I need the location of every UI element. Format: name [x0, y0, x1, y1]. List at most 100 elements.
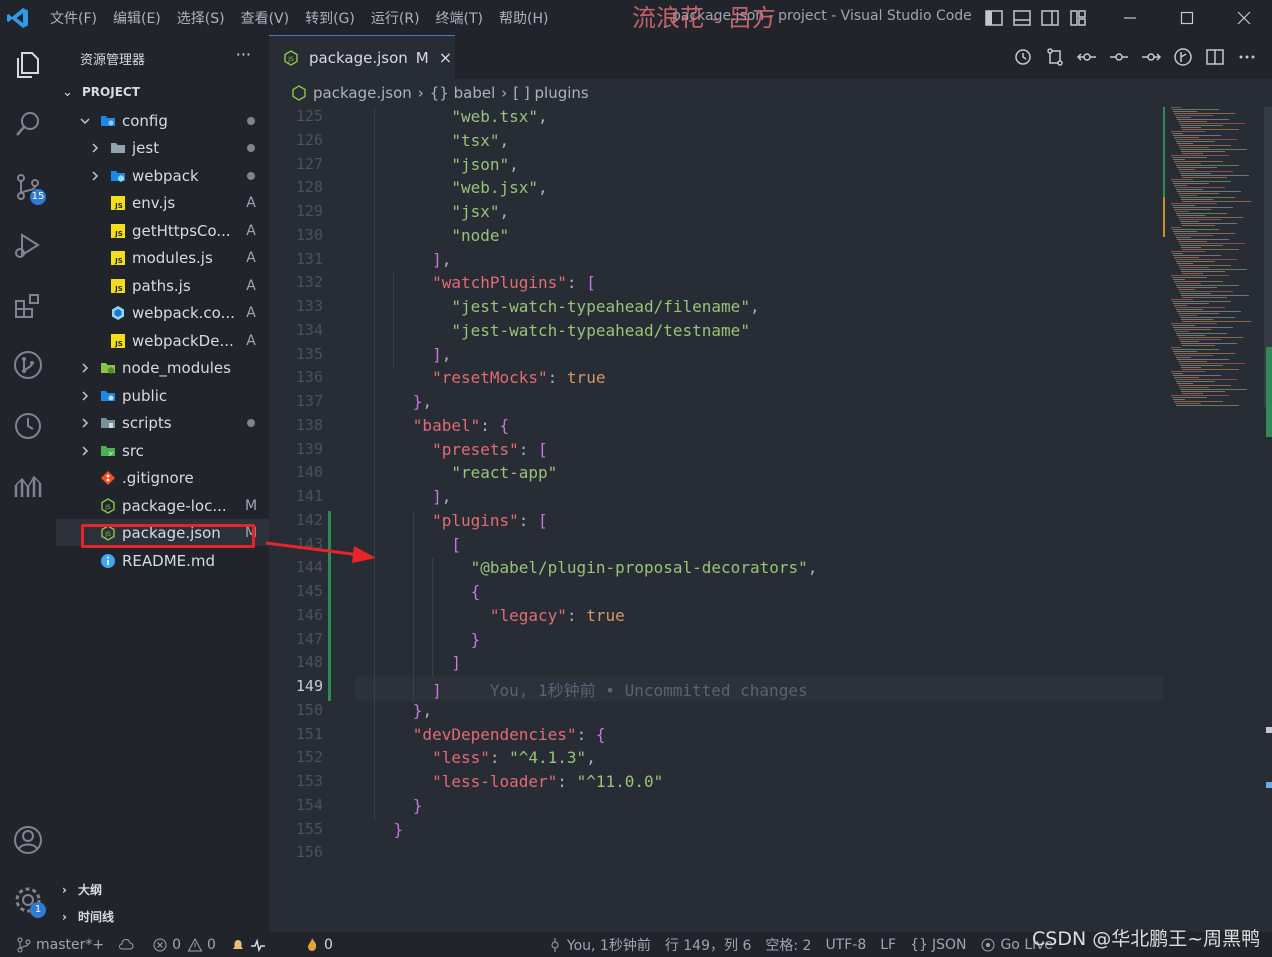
blame-status[interactable]: You, 1秒钟前	[547, 935, 651, 955]
error-icon	[153, 938, 167, 951]
javascript-file-icon: JS	[110, 333, 126, 349]
tree-item[interactable]: JS env.js A	[56, 189, 269, 216]
tree-item[interactable]: JS paths.js A	[56, 272, 269, 299]
tree-item[interactable]: webpack	[56, 162, 269, 189]
tab-close-button[interactable]: ×	[439, 48, 452, 67]
tree-item[interactable]: src	[56, 437, 269, 464]
open-timeline-icon[interactable]	[1012, 46, 1034, 68]
menu-go[interactable]: 转到(G)	[297, 8, 363, 28]
line-number: 130	[295, 225, 323, 244]
modified-dot	[247, 418, 255, 427]
language-mode[interactable]: {} JSON	[910, 937, 966, 953]
open-changes-icon[interactable]	[1044, 46, 1066, 68]
customize-layout-icon[interactable]	[1068, 8, 1088, 28]
code-editor[interactable]: 125 "web.tsx", 126 "tsx", 127 "json", 128 "…	[269, 107, 1163, 867]
more-actions-icon[interactable]	[1236, 46, 1258, 68]
live-share-status[interactable]	[230, 937, 270, 953]
menu-edit[interactable]: 编辑(E)	[105, 8, 169, 28]
toggle-panel-icon[interactable]	[1012, 8, 1032, 28]
line-number: 154	[295, 795, 323, 814]
toggle-primary-sidebar-icon[interactable]	[984, 8, 1004, 28]
next-revision-icon[interactable]	[1140, 46, 1162, 68]
explorer-activity[interactable]	[8, 45, 48, 85]
notifications-status[interactable]: 0	[304, 937, 333, 953]
problems-status[interactable]: 0 0	[152, 937, 216, 953]
menu-run[interactable]: 运行(R)	[363, 8, 428, 28]
extensions-activity[interactable]	[8, 285, 48, 325]
svg-text:JS: JS	[114, 257, 123, 265]
project-section-header[interactable]: ⌄ PROJECT	[56, 80, 269, 104]
sidebar-more-button[interactable]: ···	[236, 45, 251, 64]
previous-revision-icon[interactable]	[1076, 46, 1098, 68]
vertical-scrollbar[interactable]	[1264, 107, 1272, 887]
minimize-button[interactable]	[1101, 0, 1158, 35]
indentation[interactable]: 空格: 2	[765, 935, 811, 955]
chevron-right-icon	[88, 169, 102, 183]
search-icon	[16, 112, 39, 136]
tree-item[interactable]: .gitignore	[56, 464, 269, 491]
tree-item[interactable]: README.md	[56, 547, 269, 574]
tree-item[interactable]: JS webpackDe... A	[56, 327, 269, 354]
tree-item[interactable]: JS package-loc... M	[56, 492, 269, 519]
tree-item[interactable]: scripts	[56, 409, 269, 436]
git-status-badge: M	[244, 497, 258, 514]
end-of-line[interactable]: LF	[880, 937, 896, 953]
webpack-file-icon	[110, 305, 126, 321]
code-line: "web.jsx",	[451, 178, 548, 198]
encoding[interactable]: UTF-8	[825, 937, 866, 953]
menu-terminal[interactable]: 终端(T)	[428, 8, 491, 28]
outline-section-header[interactable]: › 大纲	[56, 876, 269, 903]
branch-status[interactable]: master*+	[16, 937, 104, 953]
history-icon	[15, 413, 41, 439]
chart-icon	[14, 475, 42, 497]
menu-help[interactable]: 帮助(H)	[491, 8, 556, 28]
split-editor-icon[interactable]	[1204, 46, 1226, 68]
tree-item[interactable]: JS modules.js A	[56, 244, 269, 271]
tree-item[interactable]: jest	[56, 134, 269, 161]
timeline-activity[interactable]	[8, 405, 48, 445]
code-line: }	[470, 629, 481, 649]
line-number: 146	[295, 605, 323, 624]
tab-package-json[interactable]: JS package.json M ×	[269, 35, 455, 79]
run-debug-activity[interactable]	[8, 225, 48, 265]
sidebar-title: 资源管理器	[80, 53, 146, 68]
breadcrumb-plugins[interactable]: [ ] plugins	[513, 84, 588, 102]
folder-scripts-icon	[100, 415, 116, 431]
cursor-position[interactable]: 行 149，列 6	[665, 935, 752, 955]
code-line: "less": "^4.1.3",	[432, 748, 596, 768]
tree-item-label: paths.js	[132, 276, 191, 295]
minimap[interactable]	[1163, 107, 1263, 427]
line-number: 139	[295, 439, 323, 458]
line-number: 137	[295, 392, 323, 410]
sync-status[interactable]	[118, 937, 138, 953]
modified-dot	[247, 171, 255, 180]
code-line: "json",	[451, 154, 519, 174]
toggle-secondary-sidebar-icon[interactable]	[1040, 8, 1060, 28]
tree-item[interactable]: config	[56, 107, 269, 134]
timeline-section-header[interactable]: › 时间线	[56, 903, 269, 930]
commit-icon[interactable]	[1108, 46, 1130, 68]
git-lens-icon[interactable]	[1172, 46, 1194, 68]
menu-view[interactable]: 查看(V)	[233, 8, 298, 28]
close-button[interactable]	[1215, 0, 1272, 35]
tree-item[interactable]: public	[56, 382, 269, 409]
menu-selection[interactable]: 选择(S)	[169, 8, 233, 28]
tree-item-label: getHttpsCo...	[132, 221, 231, 240]
line-number: 128	[295, 178, 323, 197]
accounts-activity[interactable]	[8, 820, 48, 860]
analytics-activity[interactable]	[8, 465, 48, 505]
svg-text:JS: JS	[287, 56, 294, 63]
manage-activity[interactable]: 1	[8, 880, 48, 920]
tree-item[interactable]: node_modules	[56, 354, 269, 381]
search-activity[interactable]	[8, 105, 48, 145]
source-control-activity[interactable]: 15	[8, 167, 48, 207]
tree-item[interactable]: webpack.co... A	[56, 299, 269, 326]
menu-file[interactable]: 文件(F)	[42, 8, 105, 28]
tree-item[interactable]: JS getHttpsCo... A	[56, 217, 269, 244]
breadcrumb-file[interactable]: package.json	[313, 84, 412, 102]
git-status-badge: A	[246, 249, 256, 266]
git-graph-activity[interactable]	[8, 345, 48, 385]
code-line: "@babel/plugin-proposal-decorators",	[470, 558, 818, 578]
breadcrumb-babel[interactable]: {} babel	[430, 84, 496, 102]
maximize-button[interactable]	[1158, 0, 1215, 35]
